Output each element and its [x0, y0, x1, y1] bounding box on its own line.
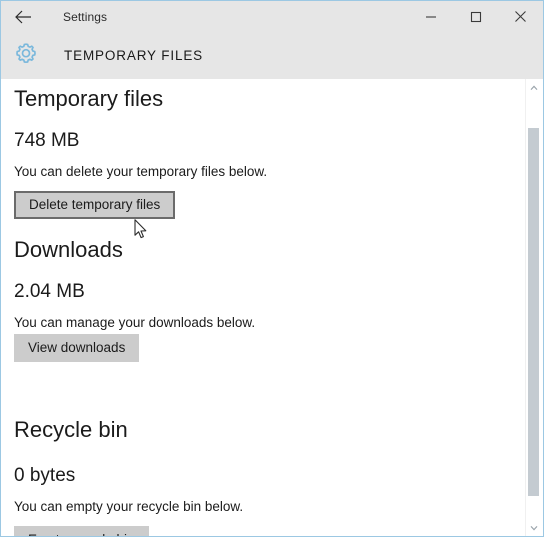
- empty-recycle-bin-button[interactable]: Empty recycle bin: [14, 526, 149, 536]
- scroll-up-arrow-icon: [530, 85, 538, 91]
- back-arrow-icon: [14, 10, 32, 24]
- scrollbar-thumb[interactable]: [528, 128, 539, 496]
- vertical-scrollbar[interactable]: [525, 79, 542, 536]
- maximize-button[interactable]: [453, 1, 498, 32]
- page-title: TEMPORARY FILES: [64, 48, 204, 63]
- settings-gear: [3, 40, 49, 71]
- scrollbar-track[interactable]: [526, 96, 542, 519]
- title-bar: Settings: [1, 1, 543, 32]
- section-size: 748 MB: [14, 130, 80, 151]
- maximize-icon: [470, 11, 482, 23]
- section-description: You can delete your temporary files belo…: [14, 164, 268, 179]
- page-header: TEMPORARY FILES: [1, 32, 543, 79]
- minimize-icon: [425, 11, 437, 23]
- settings-content: Temporary files 748 MB You can delete yo…: [3, 79, 527, 536]
- section-size: 0 bytes: [14, 465, 76, 486]
- minimize-button[interactable]: [408, 1, 453, 32]
- settings-window: Settings TEMPORARY FILES Temporary files…: [0, 0, 544, 537]
- section-title: Recycle bin: [14, 417, 128, 442]
- caption-buttons: [408, 1, 543, 32]
- section-title: Temporary files: [14, 86, 164, 111]
- scroll-down-button[interactable]: [526, 519, 542, 536]
- section-description: You can manage your downloads below.: [14, 315, 256, 330]
- scroll-down-arrow-icon: [530, 525, 538, 531]
- back-button[interactable]: [1, 1, 45, 32]
- section-description: You can empty your recycle bin below.: [14, 499, 244, 514]
- scroll-up-button[interactable]: [526, 79, 542, 96]
- gear-icon: [13, 40, 39, 71]
- section-size: 2.04 MB: [14, 281, 85, 302]
- section-title: Downloads: [14, 237, 123, 262]
- close-button[interactable]: [498, 1, 543, 32]
- view-downloads-button[interactable]: View downloads: [14, 334, 140, 362]
- close-icon: [514, 10, 527, 23]
- delete-temporary-files-button[interactable]: Delete temporary files: [14, 191, 176, 219]
- window-title: Settings: [63, 9, 108, 24]
